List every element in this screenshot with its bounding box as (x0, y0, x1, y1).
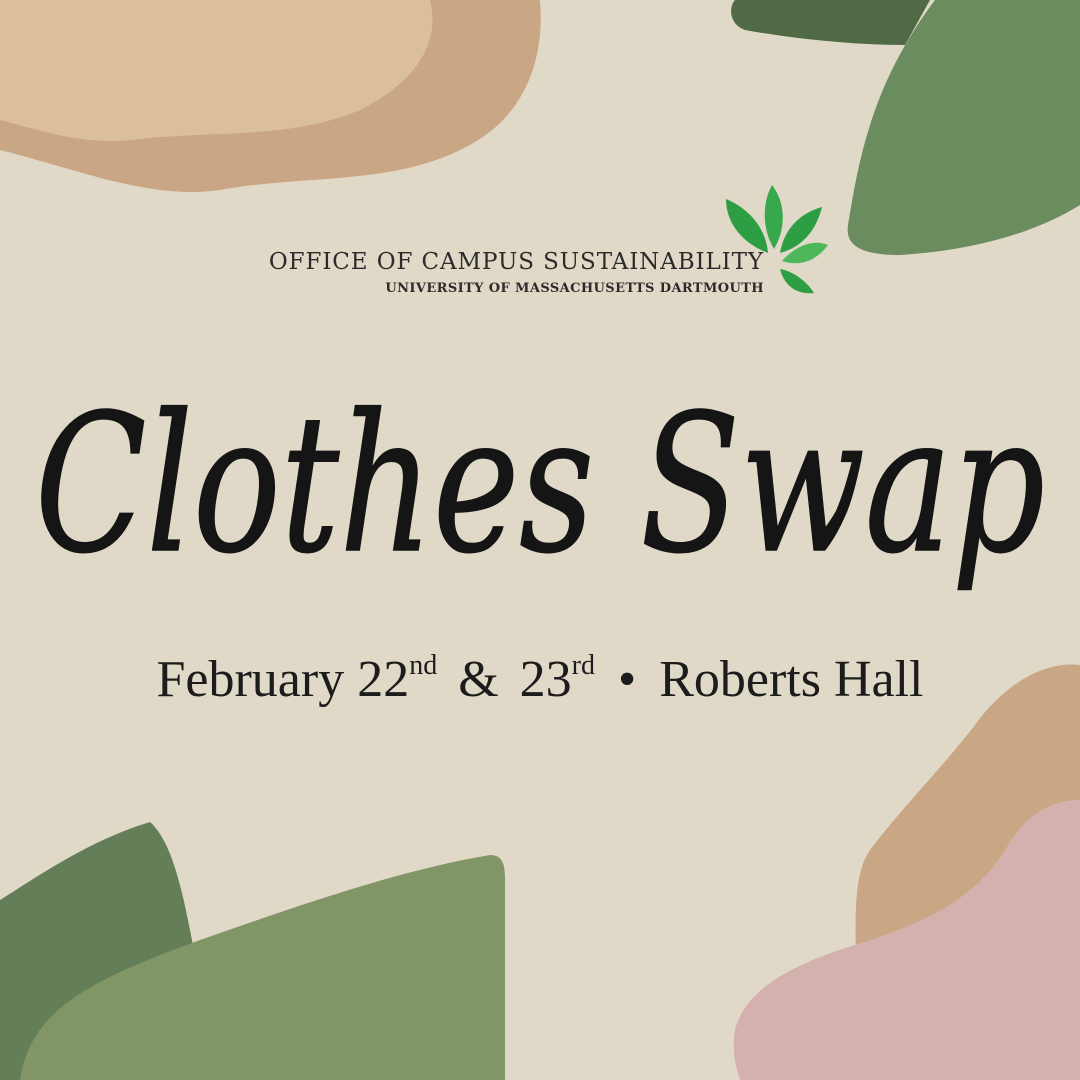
poster: OFFICE OF CAMPUS SUSTAINABILITY UNIVERSI… (0, 0, 1080, 1080)
org-header: OFFICE OF CAMPUS SUSTAINABILITY UNIVERSI… (252, 248, 764, 297)
title: Clothes Swap (34, 373, 1046, 596)
event-location: Roberts Hall (659, 651, 924, 708)
event-day-1: 22 (357, 651, 410, 708)
event-day-2-suffix: rd (571, 650, 595, 681)
event-day-2: 23 (519, 651, 572, 708)
ampersand: & (458, 651, 499, 708)
leaf-cluster-icon (726, 185, 828, 294)
title-text: Clothes Swap (35, 374, 1045, 595)
org-subtitle: UNIVERSITY OF MASSACHUSETTS DARTMOUTH (385, 281, 764, 296)
event-day-1-suffix: nd (409, 650, 438, 681)
dark-green-blob-top-right (731, 0, 930, 45)
event-month: February (156, 651, 345, 708)
bullet-separator: • (617, 651, 637, 708)
event-details: February 22nd & 23rd • Roberts Hall (0, 640, 1080, 720)
org-name: OFFICE OF CAMPUS SUSTAINABILITY (268, 249, 764, 275)
